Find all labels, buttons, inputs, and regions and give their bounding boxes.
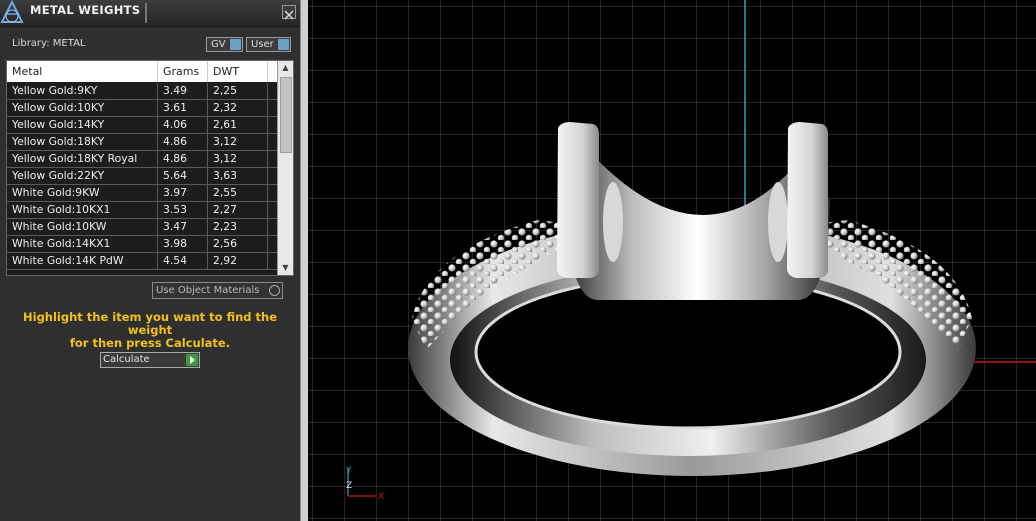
user-label: User — [251, 39, 274, 50]
table-row[interactable]: Yellow Gold:22KY 5.64 3,63 — [7, 168, 277, 185]
metal-cell: White Gold:9KW — [7, 185, 158, 201]
close-button[interactable] — [282, 5, 296, 20]
dwt-cell: 3,63 — [208, 168, 268, 184]
table-row[interactable]: Yellow Gold:18KY 4.86 3,12 — [7, 134, 277, 151]
toggle-icon — [230, 39, 241, 50]
table-header: Metal Grams DWT — [7, 61, 277, 82]
table-row[interactable]: Yellow Gold:14KY 4.06 2,61 — [7, 117, 277, 134]
grams-cell: 4.06 — [158, 117, 208, 133]
metal-cell: White Gold:14K PdW — [7, 253, 158, 269]
metal-cell: Yellow Gold:18KY Royal — [7, 151, 158, 167]
panel-title: METAL WEIGHTS — [30, 3, 141, 17]
metal-cell: Yellow Gold:10KY — [7, 100, 158, 116]
head-window-left — [603, 182, 623, 262]
panel-titlebar: METAL WEIGHTS — [0, 0, 300, 27]
play-arrow-icon — [186, 354, 198, 366]
scroll-up-icon[interactable]: ▲ — [278, 61, 293, 75]
grams-cell: 3.53 — [158, 202, 208, 218]
calculate-button[interactable]: Calculate — [100, 352, 200, 368]
3d-viewport[interactable]: Y Z X — [308, 0, 1036, 521]
dwt-cell: 2,23 — [208, 219, 268, 235]
calculate-label: Calculate — [103, 354, 150, 365]
triad-y-label: Y — [345, 466, 352, 476]
title-divider — [145, 3, 147, 23]
column-header-grams[interactable]: Grams — [158, 61, 208, 82]
dwt-cell: 2,92 — [208, 253, 268, 269]
table-row[interactable]: White Gold:10KX1 3.53 2,27 — [7, 202, 277, 219]
scrollbar-thumb[interactable] — [280, 77, 292, 153]
table-body: Yellow Gold:9KY 3.49 2,25 Yellow Gold:10KY… — [7, 83, 277, 270]
panel-splitter[interactable] — [300, 0, 308, 521]
grams-cell: 4.86 — [158, 134, 208, 150]
column-header-metal[interactable]: Metal — [7, 61, 158, 82]
gv-label: GV — [211, 39, 226, 50]
instruction-line: Highlight the item you want to find the … — [23, 310, 277, 337]
head-window-right — [768, 182, 788, 262]
column-header-dwt[interactable]: DWT — [208, 61, 268, 82]
scroll-down-icon[interactable]: ▼ — [278, 261, 293, 275]
triad-z-label: Z — [346, 481, 352, 491]
grams-cell: 5.64 — [158, 168, 208, 184]
metal-cell: Yellow Gold:14KY — [7, 117, 158, 133]
close-icon — [284, 10, 294, 20]
library-label: Library: METAL — [12, 38, 86, 49]
user-toggle-button[interactable]: User — [246, 37, 291, 52]
metal-weights-table: Metal Grams DWT Yellow Gold:9KY 3.49 2,25 … — [6, 60, 294, 276]
metal-weights-panel: METAL WEIGHTS Library: METAL GV User Met… — [0, 0, 300, 521]
metal-cell: Yellow Gold:9KY — [7, 83, 158, 99]
gv-toggle-button[interactable]: GV — [206, 37, 243, 52]
table-row[interactable]: Yellow Gold:18KY Royal 4.86 3,12 — [7, 151, 277, 168]
prong-right — [787, 122, 828, 278]
table-scrollbar[interactable]: ▲ ▼ — [277, 61, 293, 275]
use-object-materials-label: Use Object Materials — [156, 285, 260, 296]
dwt-cell: 2,25 — [208, 83, 268, 99]
grams-cell: 4.54 — [158, 253, 208, 269]
grams-cell: 3.47 — [158, 219, 208, 235]
dwt-cell: 2,56 — [208, 236, 268, 252]
metal-cell: Yellow Gold:22KY — [7, 168, 158, 184]
table-row[interactable]: White Gold:10KW 3.47 2,23 — [7, 219, 277, 236]
viewport-canvas[interactable]: Y Z X — [308, 0, 1036, 521]
app-logo-icon — [0, 0, 24, 23]
grams-cell: 3.97 — [158, 185, 208, 201]
use-object-materials-checkbox[interactable]: Use Object Materials — [152, 282, 283, 299]
grams-cell: 3.49 — [158, 83, 208, 99]
table-row[interactable]: Yellow Gold:9KY 3.49 2,25 — [7, 83, 277, 100]
grams-cell: 3.61 — [158, 100, 208, 116]
metal-cell: White Gold:14KX1 — [7, 236, 158, 252]
instruction-line: for then press Calculate. — [69, 336, 231, 350]
dwt-cell: 2,32 — [208, 100, 268, 116]
prong-left — [557, 122, 599, 278]
grams-cell: 4.86 — [158, 151, 208, 167]
grams-cell: 3.98 — [158, 236, 208, 252]
radio-indicator-icon — [269, 285, 280, 296]
dwt-cell: 3,12 — [208, 134, 268, 150]
metal-cell: White Gold:10KX1 — [7, 202, 158, 218]
toggle-icon — [278, 39, 289, 50]
dwt-cell: 2,55 — [208, 185, 268, 201]
metal-cell: Yellow Gold:18KY — [7, 134, 158, 150]
table-row[interactable]: White Gold:14KX1 3.98 2,56 — [7, 236, 277, 253]
table-row[interactable]: Yellow Gold:10KY 3.61 2,32 — [7, 100, 277, 117]
dwt-cell: 2,27 — [208, 202, 268, 218]
triad-x-label: X — [378, 492, 384, 502]
metal-cell: White Gold:10KW — [7, 219, 158, 235]
instruction-text: Highlight the item you want to find the … — [10, 311, 290, 350]
dwt-cell: 2,61 — [208, 117, 268, 133]
dwt-cell: 3,12 — [208, 151, 268, 167]
table-row[interactable]: White Gold:9KW 3.97 2,55 — [7, 185, 277, 202]
table-row[interactable]: White Gold:14K PdW 4.54 2,92 — [7, 253, 277, 270]
